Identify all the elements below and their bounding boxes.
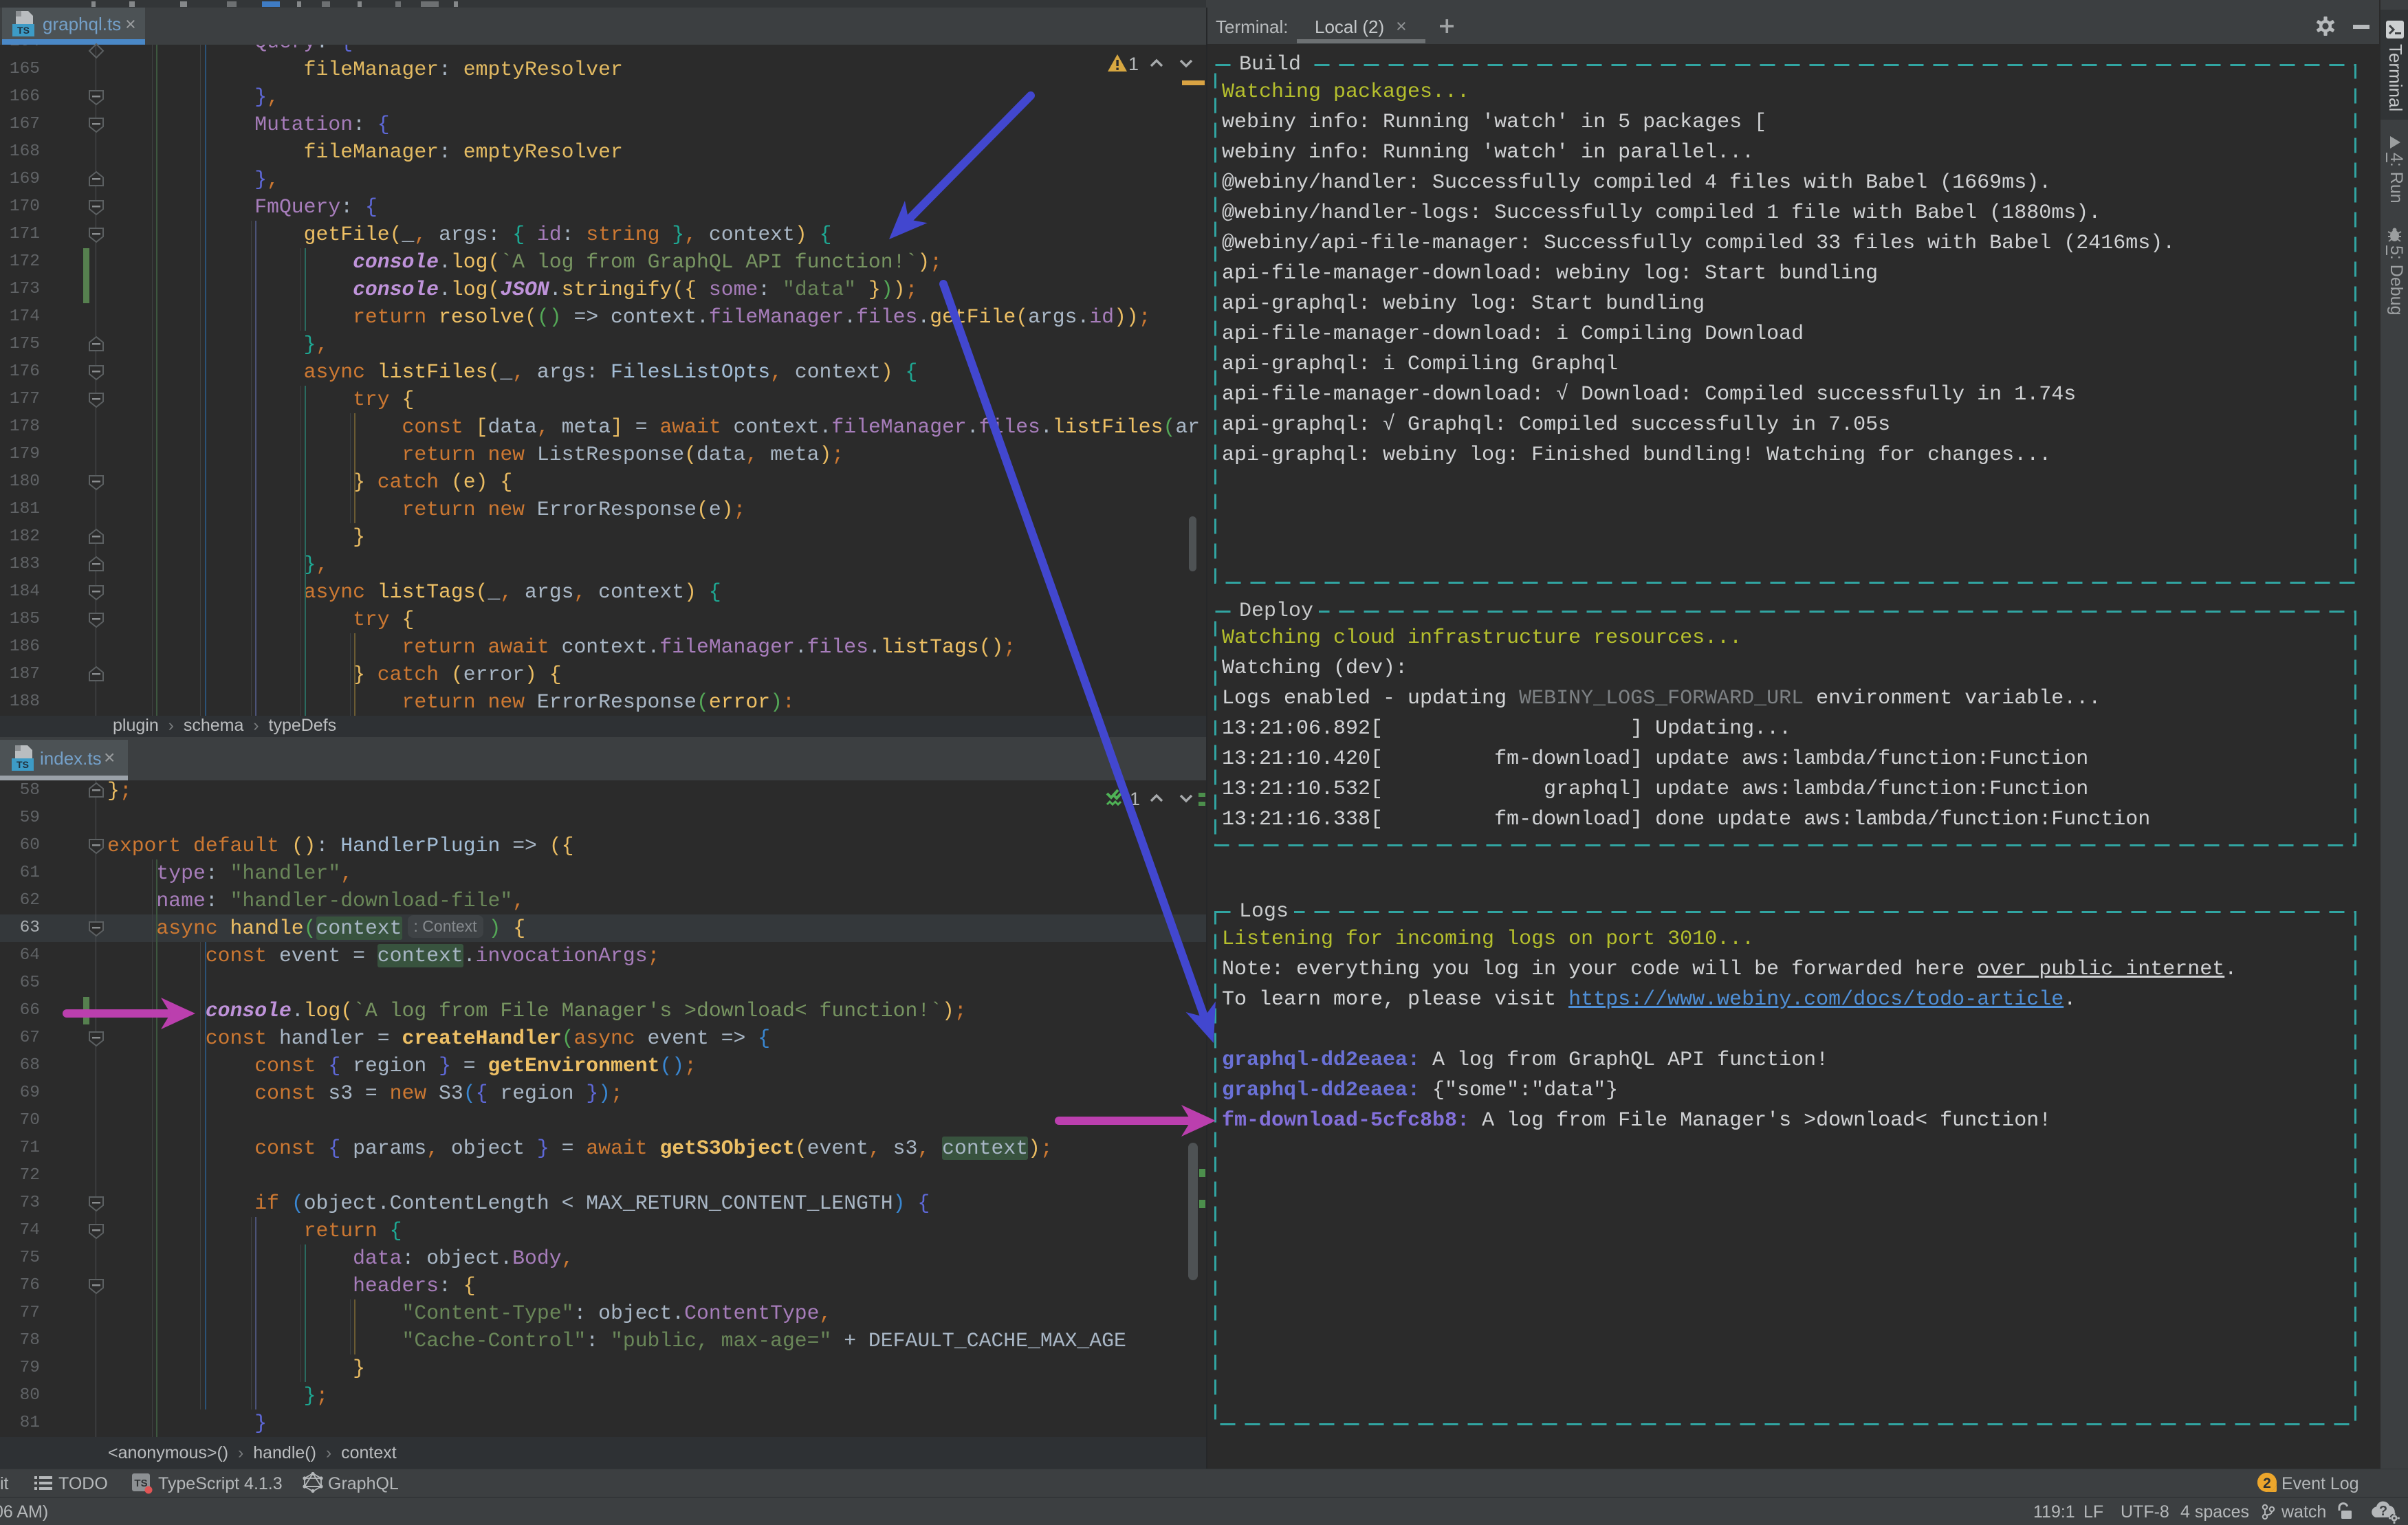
svg-text:?: ? (2379, 1504, 2387, 1519)
svg-text:2: 2 (2263, 1475, 2271, 1491)
svg-text:TS: TS (134, 1478, 147, 1489)
svg-text:TS: TS (17, 759, 29, 770)
